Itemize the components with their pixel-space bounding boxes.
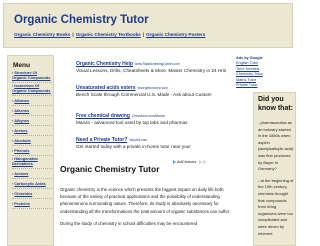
ad-block[interactable]: Need a Private Tutor? WyzAnt.com Get star…: [76, 137, 236, 150]
link-organic-chemistry-posters[interactable]: Organic Chemistry Posters: [146, 32, 205, 37]
ads-by-google-label[interactable]: Ads by Google: [236, 56, 263, 60]
menu-item[interactable]: ›Halogenated Derivatives: [12, 156, 52, 169]
menu-item[interactable]: ›Proteins: [12, 199, 52, 209]
main-content: Organic Chemistry Help www.RapidLearningC…: [60, 55, 250, 246]
did-you-know-title: Did you know that:: [258, 96, 293, 112]
ad-url[interactable]: www.glenoncorp.com: [137, 86, 167, 90]
link-organic-chemistry-textbooks[interactable]: Organic Chemistry Textbooks: [76, 32, 141, 37]
did-you-know-facts: - pharmaceutics as an industry started i…: [258, 120, 295, 242]
ad-block[interactable]: Unsaturated acids esters www.glenoncorp.c…: [76, 85, 236, 98]
google-ad-links: Ads by Google English Tutor Tutor Needed…: [236, 55, 263, 246]
link-separator: |: [72, 32, 74, 37]
ad-link[interactable]: Private Tutor: [236, 83, 263, 88]
ad-title[interactable]: Need a Private Tutor?: [76, 137, 127, 143]
adchoices-label[interactable]: AdChoices: [177, 159, 196, 164]
link-separator: |: [142, 32, 145, 37]
menu-title: Menu: [13, 62, 30, 69]
page-title: Organic Chemistry Tutor: [60, 164, 160, 174]
ad-title[interactable]: Organic Chemistry Help: [76, 61, 133, 67]
menu-item[interactable]: ›Arenes: [12, 126, 52, 136]
ad-url[interactable]: www.RapidLearningCenter.com: [135, 62, 180, 66]
menu-item[interactable]: ›Isomerism Of Organic Compounds: [12, 83, 52, 96]
ad-description: Visual Lessons, Drills, Cheatsheets & Mo…: [76, 68, 227, 73]
ad-description: Bench Scale through Commercial U.S. Made…: [76, 92, 212, 97]
site-title[interactable]: Organic Chemistry Tutor: [14, 14, 149, 26]
menu-item[interactable]: ›Alkanes: [12, 96, 52, 106]
adchoices-icon: [173, 159, 176, 164]
menu-item[interactable]: ›Alcohols: [12, 136, 52, 146]
menu-item[interactable]: ›Phenols: [12, 146, 52, 156]
link-organic-chemistry-books[interactable]: Organic Chemistry Books: [14, 32, 70, 37]
fact-item: - pharmaceutics as an industry started i…: [258, 120, 294, 172]
adchoices-badge[interactable]: AdChoices ▷ ▷: [173, 159, 207, 164]
article-body: Organic chemistry is the science which p…: [60, 186, 240, 232]
header-links: Organic Chemistry Books | Organic Chemistr…: [14, 32, 205, 37]
ad-links-list: Ads by Google English Tutor Tutor Needed…: [236, 56, 263, 88]
article-paragraph: Organic chemistry is the science which p…: [60, 187, 231, 214]
menu-item[interactable]: ›Carboxylic Acids: [12, 179, 52, 189]
menu-item[interactable]: ›Alkenes: [12, 106, 52, 116]
ad-description: Marvin - advanced tool used by top labs …: [76, 120, 188, 125]
menu-item[interactable]: ›Amines: [12, 169, 52, 179]
menu-list: ›Structure Of Organic Compounds ›Isomeri…: [12, 70, 52, 209]
did-you-know-sidebar: Did you know that: - pharmaceutics as an…: [253, 92, 296, 246]
ad-title[interactable]: Free chemical drawing: [76, 113, 130, 119]
article-paragraph: During the study of chemistry in school …: [60, 220, 198, 226]
menu-item[interactable]: ›Chlorides: [12, 189, 52, 199]
ad-url[interactable]: WyzAnt.com: [129, 138, 147, 142]
site-header: Organic Chemistry Tutor Organic Chemistr…: [3, 3, 293, 48]
ad-description: Get started today with a private in-home…: [76, 144, 191, 149]
ad-block[interactable]: Free chemical drawing ChemAxon.com/Marvin…: [76, 113, 236, 126]
fact-item: - at the beginning of the 19th century, …: [258, 177, 294, 236]
ad-block[interactable]: Organic Chemistry Help www.RapidLearningC…: [76, 61, 236, 74]
menu-sidebar: Menu ›Structure Of Organic Compounds ›Is…: [7, 55, 54, 246]
ad-nav-arrows-icon[interactable]: ▷ ▷: [199, 159, 206, 164]
menu-item[interactable]: ›Alkynes: [12, 116, 52, 126]
ad-link[interactable]: Chemistry Tutor: [236, 72, 263, 77]
ad-url[interactable]: ChemAxon.com/Marvin: [132, 114, 165, 118]
ad-title[interactable]: Unsaturated acids esters: [76, 85, 135, 91]
menu-item[interactable]: ›Structure Of Organic Compounds: [12, 70, 52, 83]
